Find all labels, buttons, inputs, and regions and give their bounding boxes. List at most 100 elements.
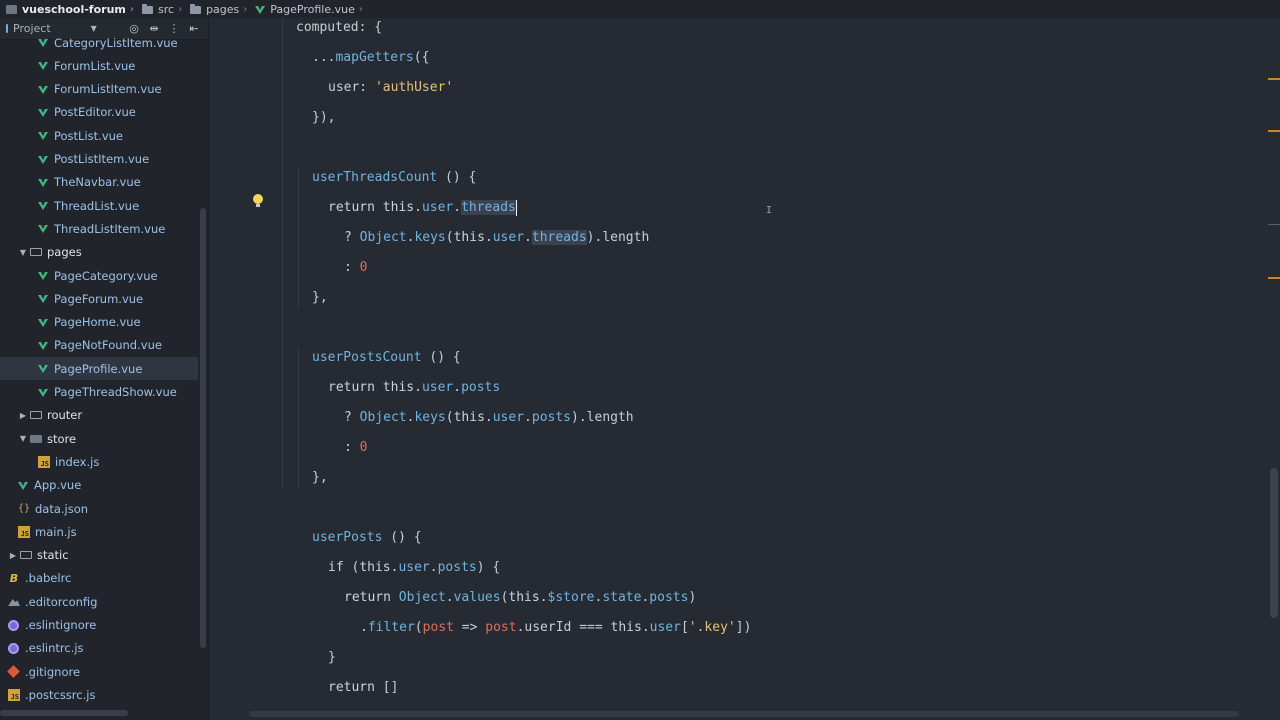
code-token: posts <box>531 410 572 425</box>
code-token: user: <box>328 80 375 95</box>
vue-file-icon <box>38 225 48 234</box>
tree-item-label: PostEditor.vue <box>54 105 136 120</box>
tree-file[interactable]: PostList.vue <box>0 124 198 147</box>
tree-file[interactable]: JS .postcssrc.js <box>0 683 198 706</box>
tree-file[interactable]: ThreadListItem.vue <box>0 217 198 240</box>
chevron-down-icon[interactable]: ▼ <box>18 434 28 443</box>
code-line[interactable]: : 0 <box>344 433 367 463</box>
breadcrumb-pages[interactable]: pages › <box>184 0 249 18</box>
tree-item-label: .eslintignore <box>25 618 97 632</box>
tree-file[interactable]: CategoryListItem.vue <box>0 31 198 54</box>
code-token: . <box>414 380 422 395</box>
code-token: : <box>344 260 360 275</box>
breadcrumb-project[interactable]: vueschool-forum › <box>0 0 136 18</box>
code-line[interactable]: computed: { <box>296 18 382 43</box>
code-line[interactable]: } <box>328 643 336 673</box>
tree-file[interactable]: PageThreadShow.vue <box>0 381 198 404</box>
code-token: }), <box>312 110 336 125</box>
tree-file[interactable]: .gitignore <box>0 660 198 683</box>
code-token: posts <box>649 590 689 605</box>
code-line[interactable]: return this.user.threads <box>328 193 518 223</box>
indent-guide <box>298 168 299 308</box>
vue-file-icon <box>255 5 266 14</box>
code-line[interactable]: return [] <box>328 673 398 703</box>
code-editor[interactable]: computed: {...mapGetters({user: 'authUse… <box>209 18 1280 720</box>
lightbulb-icon[interactable] <box>253 194 263 207</box>
code-line[interactable]: return Object.values(this.$store.state.p… <box>344 583 696 613</box>
code-line[interactable]: userPosts () { <box>312 523 422 553</box>
code-line[interactable]: .filter(post => post.userId === this.use… <box>360 613 751 643</box>
tree-file[interactable]: .editorconfig <box>0 590 198 613</box>
stripe-marker[interactable] <box>1268 277 1280 279</box>
code-token: [ <box>680 620 689 635</box>
tree-file[interactable]: .eslintrc.js <box>0 637 198 660</box>
tree-file[interactable]: TheNavbar.vue <box>0 171 198 194</box>
tree-file[interactable]: {} data.json <box>0 497 198 520</box>
breadcrumb-project-label: vueschool-forum <box>22 2 126 16</box>
editor-vertical-scrollbar[interactable] <box>1270 468 1278 618</box>
code-line[interactable]: }, <box>312 283 328 313</box>
tree-folder[interactable]: ▶ router <box>0 404 198 427</box>
code-line[interactable]: ? Object.keys(this.user.threads).length <box>344 223 649 253</box>
breadcrumb-file[interactable]: PageProfile.vue › <box>249 0 365 18</box>
code-token: this <box>508 590 540 605</box>
stripe-marker[interactable] <box>1268 224 1280 225</box>
code-line[interactable]: userThreadsCount () { <box>312 163 476 193</box>
tree-file[interactable]: PageProfile.vue <box>0 357 198 381</box>
chevron-right-icon[interactable]: ▶ <box>8 551 18 560</box>
babel-icon: B <box>9 571 19 585</box>
tree-file[interactable]: PageForum.vue <box>0 287 198 310</box>
tree-file[interactable]: PostEditor.vue <box>0 101 198 124</box>
code-token: this <box>359 560 391 575</box>
editor-horizontal-scrollbar[interactable] <box>249 711 1239 717</box>
sidebar-vertical-scrollbar[interactable] <box>200 208 206 648</box>
tree-item-label: CategoryListItem.vue <box>54 35 178 50</box>
code-token: this <box>453 230 485 245</box>
code-token: userId <box>524 620 580 635</box>
code-line[interactable]: ...mapGetters({ <box>312 43 429 73</box>
code-token: ) { <box>476 560 501 575</box>
tree-file[interactable]: PageNotFound.vue <box>0 334 198 357</box>
code-line[interactable]: return this.user.posts <box>328 373 500 403</box>
code-line[interactable]: userPostsCount () { <box>312 343 461 373</box>
tree-file[interactable]: PageCategory.vue <box>0 264 198 287</box>
tree-item-label: ForumListItem.vue <box>54 82 162 97</box>
stripe-marker[interactable] <box>1268 78 1280 80</box>
stripe-marker[interactable] <box>1268 130 1280 132</box>
tree-item-label: main.js <box>35 524 77 539</box>
vue-file-icon <box>38 132 48 141</box>
tree-folder[interactable]: ▼ store <box>0 427 198 450</box>
tree-folder[interactable]: ▶ static <box>0 544 198 567</box>
vue-file-icon <box>38 178 48 187</box>
tree-item-label: .editorconfig <box>25 594 98 609</box>
code-token: ). <box>571 410 587 425</box>
code-token: ( <box>445 230 454 245</box>
tree-item-label: .postcssrc.js <box>25 687 96 702</box>
chevron-right-icon[interactable]: ▶ <box>18 411 28 420</box>
tree-file[interactable]: JS index.js <box>0 450 198 473</box>
project-pane: Project ▼ ◎ ⇹ ⋮ ⇤ CategoryListItem.vue Fo… <box>0 18 209 720</box>
tree-file[interactable]: ForumList.vue <box>0 54 198 77</box>
tree-file[interactable]: ForumListItem.vue <box>0 78 198 101</box>
code-token: posts <box>437 560 477 575</box>
code-line[interactable]: ? Object.keys(this.user.posts).length <box>344 403 634 433</box>
code-line[interactable]: }, <box>312 463 328 493</box>
breadcrumb-src[interactable]: src › <box>136 0 184 18</box>
sidebar-horizontal-scrollbar[interactable] <box>0 710 128 716</box>
tree-folder[interactable]: ▼ pages <box>0 241 198 264</box>
tree-file[interactable]: App.vue <box>0 474 198 497</box>
chevron-right-icon: › <box>358 3 363 15</box>
chevron-down-icon[interactable]: ▼ <box>18 248 28 257</box>
tree-file[interactable]: PageHome.vue <box>0 311 198 334</box>
tree-file[interactable]: B .babelrc <box>0 567 198 590</box>
code-line[interactable]: : 0 <box>344 253 367 283</box>
code-token: posts <box>461 380 501 395</box>
code-line[interactable]: user: 'authUser' <box>328 73 453 103</box>
code-line[interactable]: }), <box>312 103 335 133</box>
tree-file[interactable]: PostListItem.vue <box>0 148 198 171</box>
tree-file[interactable]: JS main.js <box>0 520 198 543</box>
tree-file[interactable]: ThreadList.vue <box>0 194 198 217</box>
eslint-icon <box>8 642 19 654</box>
code-line[interactable]: if (this.user.posts) { <box>328 553 500 583</box>
tree-file[interactable]: .eslintignore <box>0 614 198 637</box>
